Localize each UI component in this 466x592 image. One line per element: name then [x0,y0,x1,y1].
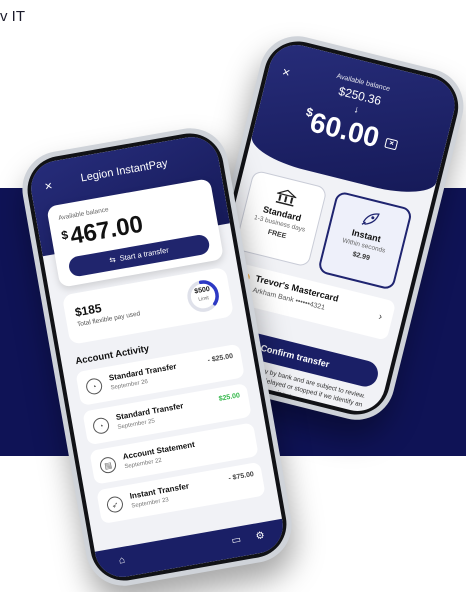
activity-amount: - $25.00 [207,352,234,365]
activity-amount: $25.00 [218,392,241,403]
home-icon[interactable]: ⌂ [118,555,126,567]
page-label: v IT [0,8,25,25]
confirm-label: Confirm transfer [259,342,331,370]
rocket-icon [361,213,380,225]
currency-symbol: $ [60,227,70,243]
instant-option[interactable]: Instant Within seconds $2.99 [317,190,414,291]
card-icon[interactable]: ▭ [231,534,242,546]
bank-icon [275,189,298,207]
start-transfer-label: Start a transfer [118,245,170,263]
clock-icon: ◔ [84,377,104,396]
chevron-right-icon: › [377,311,384,323]
standard-option[interactable]: Standard 1-3 business days FREE [234,169,328,268]
rocket-icon: ➶ [105,495,125,514]
document-icon: ▤ [98,455,118,475]
gear-icon[interactable]: ⚙ [255,530,266,542]
bottom-tab-bar: ⌂ ▭ ⚙ [94,518,288,582]
transfer-icon: ⇆ [108,254,117,265]
activity-amount: - $75.00 [227,471,255,483]
clear-icon[interactable]: ✕ [384,137,399,151]
clock-icon: ◔ [91,416,111,436]
